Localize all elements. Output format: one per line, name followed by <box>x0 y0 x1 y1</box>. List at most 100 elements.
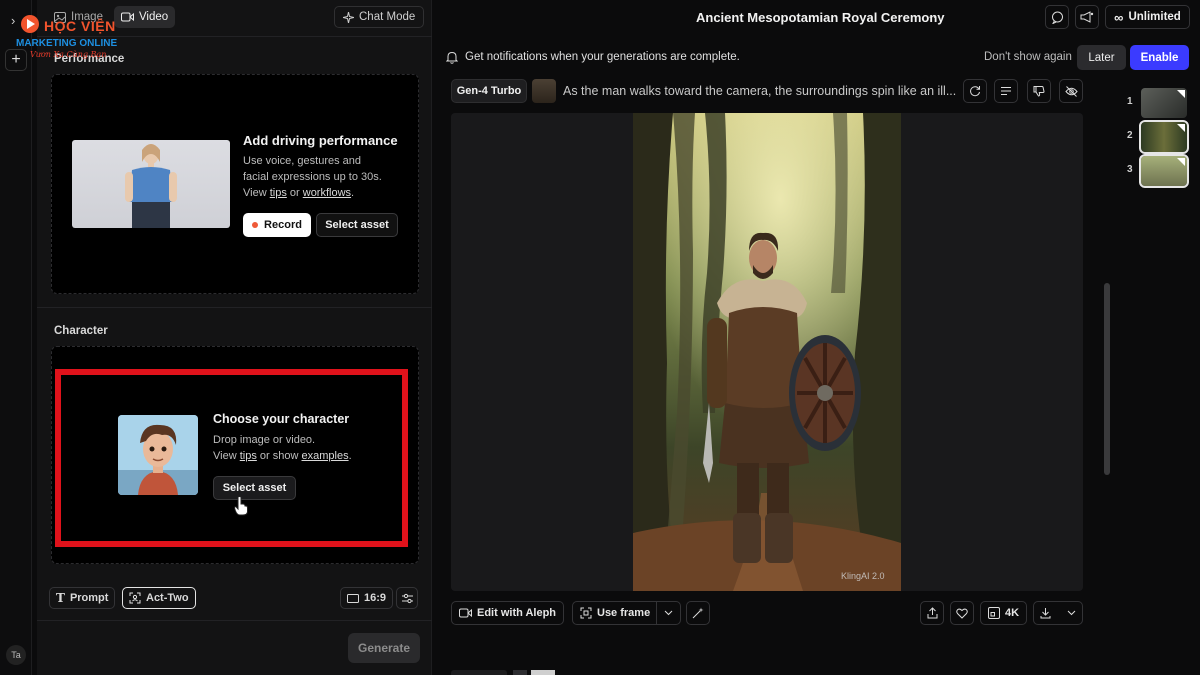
use-frame-label: Use frame <box>597 607 651 619</box>
thumbnail-number: 1 <box>1127 96 1133 107</box>
view-text: View <box>213 450 237 462</box>
dont-show-again-link[interactable]: Don't show again <box>984 51 1072 63</box>
more-options-icon[interactable]: ··· <box>928 9 941 24</box>
dislike-button[interactable] <box>1027 79 1051 103</box>
act-two-mode-button[interactable]: Act-Two <box>122 587 196 609</box>
use-frame-button[interactable]: Use frame <box>572 601 682 625</box>
video-watermark: KlingAI 2.0 <box>841 571 885 581</box>
settings-button[interactable] <box>396 587 418 609</box>
notification-bar: Get notifications when your generations … <box>433 43 1200 71</box>
tab-video-label: Video <box>138 11 169 23</box>
chevron-down-icon[interactable] <box>1067 610 1076 616</box>
chat-bubble-icon <box>1051 11 1063 24</box>
thumbnail-image <box>1139 154 1189 188</box>
unlimited-plan-button[interactable]: ∞ Unlimited <box>1105 5 1190 29</box>
frame-icon <box>580 607 592 619</box>
eye-off-icon <box>1064 85 1078 97</box>
settings-panel: Image Video Chat Mode Performance Add dr… <box>37 0 432 675</box>
details-button[interactable] <box>994 79 1018 103</box>
act-two-icon <box>129 592 141 604</box>
divider <box>37 36 432 37</box>
generation-thumbnail[interactable]: 3 <box>1127 154 1189 188</box>
view-text: View <box>243 187 267 199</box>
thumbnail-number: 2 <box>1127 130 1133 141</box>
workflows-link[interactable]: workflows <box>303 187 351 199</box>
hand-cursor-icon <box>234 496 248 516</box>
record-button[interactable]: Record <box>243 213 311 237</box>
chat-mode-button[interactable]: Chat Mode <box>334 6 425 28</box>
select-asset-label: Select asset <box>222 482 287 494</box>
thumbnail-image <box>1139 120 1189 154</box>
record-dot-icon <box>252 222 259 228</box>
watermark-subtitle: MARKETING ONLINE <box>16 38 118 49</box>
upscale-4k-button[interactable]: 4K <box>980 601 1028 625</box>
favorite-button[interactable] <box>950 601 974 625</box>
character-desc-line2: View tips or show examples. <box>213 450 352 462</box>
announcements-button[interactable] <box>1075 5 1099 29</box>
megaphone-icon <box>1080 11 1094 23</box>
generate-button[interactable]: Generate <box>348 633 420 663</box>
generation-thumbnail[interactable]: 1 <box>1127 88 1187 118</box>
record-label: Record <box>264 219 302 231</box>
infinity-icon: ∞ <box>1114 9 1124 25</box>
tips-link[interactable]: tips <box>270 187 287 199</box>
generation-header: Gen-4 Turbo As the man walks toward the … <box>451 78 1083 106</box>
generated-video[interactable]: KlingAI 2.0 <box>633 113 901 591</box>
tab-video[interactable]: Video <box>113 6 176 28</box>
unlimited-label: Unlimited <box>1128 11 1181 23</box>
edit-with-aleph-label: Edit with Aleph <box>477 607 557 619</box>
generation-thumbnail[interactable]: 2 <box>1127 120 1189 154</box>
performance-desc-line1: Use voice, gestures and <box>243 155 362 167</box>
watermark-tagline: Vươn Xa Cùng Bạn <box>30 50 107 59</box>
character-select-asset-button[interactable]: Select asset <box>213 476 296 500</box>
feedback-button[interactable] <box>1045 5 1069 29</box>
video-viewer[interactable]: KlingAI 2.0 <box>451 113 1083 591</box>
chevron-down-icon[interactable] <box>656 602 680 624</box>
hide-button[interactable] <box>1059 79 1083 103</box>
video-icon <box>120 12 134 22</box>
examples-link[interactable]: examples <box>302 450 349 462</box>
refresh-icon <box>970 86 980 97</box>
heart-icon <box>956 608 968 619</box>
magic-wand-icon <box>692 607 704 619</box>
thumbnail-number: 3 <box>1127 164 1133 175</box>
character-description: Drop image or video. View tips or show e… <box>213 432 352 464</box>
play-logo-icon <box>21 15 39 33</box>
performance-title: Add driving performance <box>243 133 398 148</box>
magic-button[interactable] <box>686 601 710 625</box>
thumbs-down-icon <box>1033 86 1045 97</box>
character-section-title: Character <box>54 325 108 337</box>
bottom-toolbar: T Prompt Act-Two 16:9 <box>49 587 419 611</box>
model-badge: Gen-4 Turbo <box>451 79 527 103</box>
avatar[interactable]: Ta <box>6 645 26 665</box>
share-icon <box>927 607 937 619</box>
scrollbar[interactable] <box>1104 283 1110 475</box>
chat-mode-label: Chat Mode <box>359 11 416 23</box>
performance-description: Use voice, gestures and facial expressio… <box>243 153 413 201</box>
character-title: Choose your character <box>213 412 350 426</box>
left-rail: › + Ta <box>0 0 32 675</box>
performance-desc-line3: View tips or workflows. <box>243 187 355 199</box>
rerun-button[interactable] <box>963 79 987 103</box>
download-button[interactable] <box>1033 601 1083 625</box>
prompt-label: Prompt <box>69 592 109 604</box>
project-title[interactable]: Ancient Mesopotamian Royal Ceremony <box>696 10 945 25</box>
sliders-icon <box>401 593 413 603</box>
reference-thumbnail[interactable] <box>532 79 556 103</box>
aspect-ratio-icon <box>347 593 359 603</box>
enable-button[interactable]: Enable <box>1130 45 1189 70</box>
performance-preview-image <box>72 140 230 228</box>
chevron-right-icon[interactable]: › <box>11 13 15 28</box>
aspect-ratio-button[interactable]: 16:9 <box>340 587 394 609</box>
performance-select-asset-button[interactable]: Select asset <box>316 213 398 237</box>
new-project-button[interactable]: + <box>5 49 27 71</box>
main-area: Ancient Mesopotamian Royal Ceremony ··· … <box>433 0 1200 675</box>
download-icon <box>1040 608 1051 619</box>
edit-with-aleph-button[interactable]: Edit with Aleph <box>451 601 565 625</box>
later-button[interactable]: Later <box>1077 45 1126 70</box>
prompt-text[interactable]: As the man walks toward the camera, the … <box>563 84 958 98</box>
prompt-mode-button[interactable]: T Prompt <box>49 587 116 609</box>
tips-link[interactable]: tips <box>240 450 257 462</box>
cartoon-character-illustration <box>118 415 198 495</box>
share-button[interactable] <box>920 601 944 625</box>
